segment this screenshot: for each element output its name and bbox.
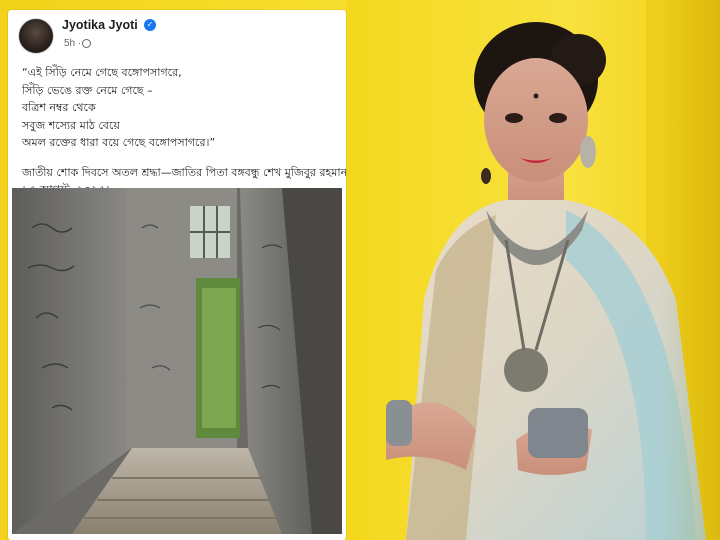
post-header: Jyotika Jyoti ✓ 5h · xyxy=(18,16,338,56)
post-timestamp[interactable]: 5h · xyxy=(64,38,81,49)
poem-line: বত্রিশ নম্বর থেকে xyxy=(22,101,96,114)
dedication-line: জাতীয় শোক দিবসে অতল শ্রদ্ধা—জাতির পিতা … xyxy=(22,165,346,179)
verified-badge-icon: ✓ xyxy=(144,19,156,31)
poem-line: “এই সিঁড়ি নেমে গেছে বঙ্গোপসাগরে, xyxy=(22,66,182,79)
globe-icon xyxy=(82,39,91,48)
author-name[interactable]: Jyotika Jyoti xyxy=(62,18,138,32)
staircase-photo[interactable] xyxy=(12,188,342,534)
post-text: “এই সিঁড়ি নেমে গেছে বঙ্গোপসাগরে, সিঁড়ি… xyxy=(22,64,346,199)
poem-line: সবুজ শস্যের মাঠ বেয়ে xyxy=(22,118,120,132)
facebook-post-card: Jyotika Jyoti ✓ 5h · “এই সিঁড়ি নেমে গেছ… xyxy=(8,10,346,540)
author-avatar[interactable] xyxy=(18,18,54,54)
poem-line: সিঁড়ি ভেঙে রক্ত নেমে গেছে – xyxy=(22,83,153,97)
poem-line: অমল রক্তের ধারা বয়ে গেছে বঙ্গোপসাগরে।” xyxy=(22,136,216,149)
background-shade xyxy=(660,0,720,540)
